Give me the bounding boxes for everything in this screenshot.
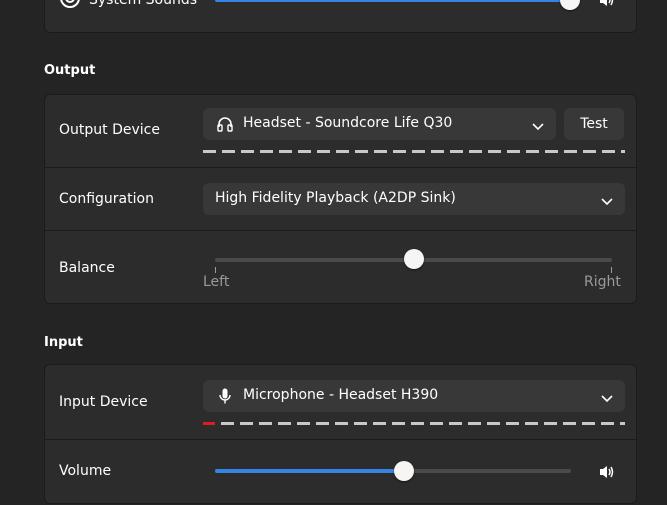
- output-device-label: Output Device: [59, 122, 160, 138]
- test-button[interactable]: Test: [564, 108, 624, 140]
- input-device-dropdown[interactable]: Microphone - Headset H390: [203, 380, 625, 412]
- configuration-label: Configuration: [59, 191, 154, 207]
- input-device-label: Input Device: [59, 394, 148, 410]
- balance-tick-right: [611, 267, 612, 273]
- balance-label: Balance: [59, 260, 115, 276]
- balance-row: Balance Left Right: [45, 231, 636, 305]
- microphone-icon: [219, 388, 231, 408]
- configuration-row: Configuration High Fidelity Playback (A2…: [45, 168, 636, 230]
- output-device-value: Headset - Soundcore Life Q30: [243, 115, 453, 131]
- balance-left-label: Left: [203, 274, 230, 290]
- system-sounds-slider-fill: [215, 0, 570, 2]
- chevron-down-icon: [601, 194, 613, 210]
- headphones-icon: [217, 116, 233, 136]
- input-device-value: Microphone - Headset H390: [243, 387, 439, 403]
- volume-label: Volume: [59, 463, 112, 479]
- input-volume-row: Volume: [45, 440, 636, 505]
- balance-tick-left: [215, 267, 216, 273]
- input-level-active: [203, 422, 215, 425]
- chevron-down-icon: [601, 391, 613, 407]
- configuration-dropdown[interactable]: High Fidelity Playback (A2DP Sink): [203, 183, 625, 215]
- input-volume-slider-knob[interactable]: [393, 461, 414, 481]
- balance-slider-knob[interactable]: [403, 249, 424, 269]
- input-section-title: Input: [44, 335, 83, 350]
- output-device-dropdown[interactable]: Headset - Soundcore Life Q30: [203, 108, 556, 140]
- input-volume-slider-fill: [215, 469, 404, 473]
- speaker-icon: [599, 464, 615, 483]
- output-section-title: Output: [44, 63, 96, 78]
- system-sounds-label: System Sounds: [89, 0, 198, 8]
- system-sounds-icon: [59, 0, 81, 11]
- sounds-group: System Sounds: [44, 0, 637, 33]
- chevron-down-icon: [532, 119, 544, 135]
- configuration-value: High Fidelity Playback (A2DP Sink): [215, 190, 456, 206]
- output-device-row: Output Device Headset - Soundcore Life Q…: [45, 95, 636, 167]
- balance-right-label: Right: [584, 274, 621, 290]
- speaker-icon: [599, 0, 615, 11]
- input-device-row: Input Device Microphone - Headset H390: [45, 365, 636, 439]
- output-level-indicator: [203, 150, 625, 153]
- output-group: Output Device Headset - Soundcore Life Q…: [44, 94, 637, 304]
- input-level-indicator: [221, 422, 625, 425]
- system-sounds-row: System Sounds: [45, 0, 636, 34]
- input-group: Input Device Microphone - Headset H390 V…: [44, 364, 637, 504]
- system-sounds-slider-knob[interactable]: [560, 0, 580, 10]
